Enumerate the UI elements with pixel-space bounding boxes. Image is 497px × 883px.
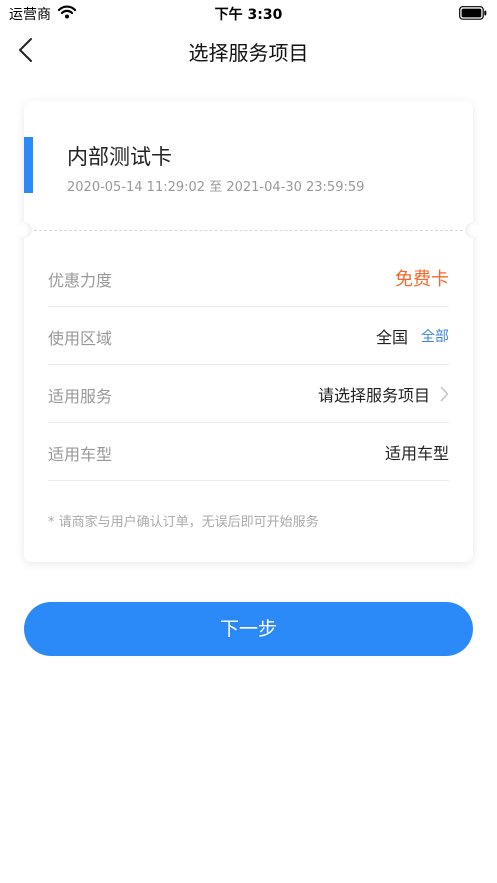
card-notch-left xyxy=(16,222,32,238)
dashed-divider xyxy=(34,230,463,231)
status-bar: 运营商 下午 3:30 xyxy=(0,0,497,26)
region-value: 全国 xyxy=(375,328,408,347)
nav-bar: 选择服务项目 xyxy=(0,26,497,76)
vehicle-row: 适用车型 适用车型 xyxy=(48,423,449,481)
card-title: 内部测试卡 xyxy=(67,145,172,169)
notice-text: * 请商家与用户确认订单，无误后即可开始服务 xyxy=(48,515,319,530)
card-notch-right xyxy=(465,222,481,238)
chevron-right-icon xyxy=(440,386,449,402)
service-card: 内部测试卡 2020-05-14 11:29:02 至 2021-04-30 2… xyxy=(16,101,481,562)
region-all-link[interactable]: 全部 xyxy=(421,326,449,346)
region-label: 使用区域 xyxy=(48,329,113,348)
battery-icon xyxy=(459,5,487,24)
page-title: 选择服务项目 xyxy=(188,41,309,65)
discount-value: 免费卡 xyxy=(395,269,449,290)
service-select-row[interactable]: 适用服务 请选择服务项目 xyxy=(48,365,449,423)
discount-label: 优惠力度 xyxy=(48,271,113,290)
card-accent-bar xyxy=(24,137,33,193)
region-row: 使用区域 全国 全部 xyxy=(48,307,449,365)
service-placeholder: 请选择服务项目 xyxy=(317,386,430,405)
service-label: 适用服务 xyxy=(48,387,113,406)
card-validity-period: 2020-05-14 11:29:02 至 2021-04-30 23:59:5… xyxy=(67,180,365,195)
status-time: 下午 3:30 xyxy=(214,7,283,23)
next-step-button[interactable]: 下一步 xyxy=(24,602,473,656)
discount-row: 优惠力度 免费卡 xyxy=(48,249,449,307)
vehicle-label: 适用车型 xyxy=(48,445,113,464)
vehicle-value: 适用车型 xyxy=(384,444,449,463)
